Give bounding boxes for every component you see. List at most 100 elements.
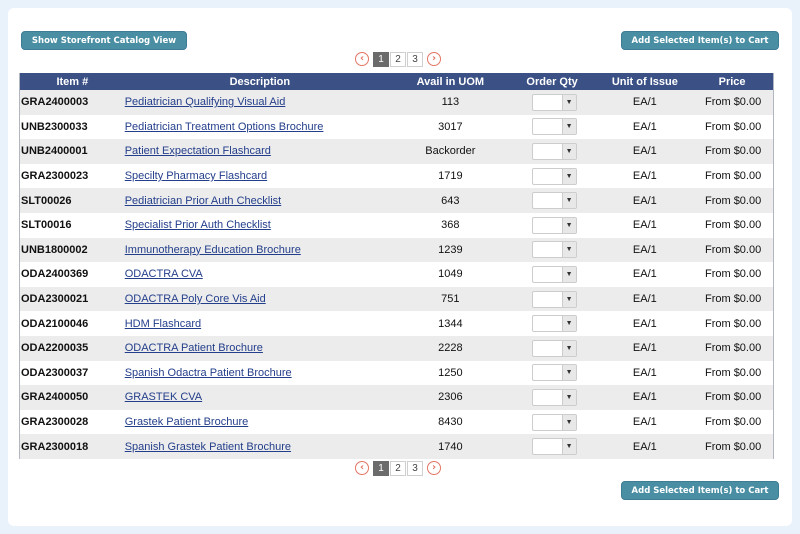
- order-qty-cell: ▼: [506, 388, 599, 406]
- item-description: GRASTEK CVA: [125, 391, 395, 403]
- dropdown-arrow-icon: ▼: [561, 439, 576, 455]
- price: From $0.00: [704, 194, 762, 207]
- order-qty-cell: ▼: [506, 167, 599, 185]
- item-number: GRA2300023: [21, 170, 89, 183]
- order-qty-cell: ▼: [506, 192, 599, 210]
- dropdown-arrow-icon: ▼: [561, 193, 576, 209]
- page-1-link[interactable]: 1: [373, 51, 389, 67]
- unit-of-issue: EA/1: [632, 145, 657, 158]
- order-qty-select[interactable]: ▼: [531, 167, 577, 185]
- item-description: ODACTRA Patient Brochure: [125, 342, 395, 354]
- item-description: Specialist Prior Auth Checklist: [125, 219, 395, 231]
- avail-in-uom: 1239: [438, 243, 463, 256]
- table-row: ODA2200035 ODACTRA Patient Brochure 2228 ▼ E…: [20, 335, 773, 361]
- avail-in-uom: 3017: [438, 120, 463, 133]
- dropdown-arrow-icon: ▼: [561, 266, 576, 282]
- item-number: GRA2300018: [21, 440, 89, 453]
- order-qty-cell: ▼: [506, 265, 599, 283]
- chevron-right-icon[interactable]: ›: [427, 52, 441, 66]
- avail-in-uom: 113: [441, 96, 460, 109]
- chevron-left-icon[interactable]: ‹: [355, 52, 369, 66]
- order-qty-select[interactable]: ▼: [531, 339, 577, 357]
- unit-of-issue: EA/1: [632, 391, 657, 404]
- price: From $0.00: [704, 342, 762, 355]
- dropdown-arrow-icon: ▼: [561, 365, 576, 381]
- dropdown-arrow-icon: ▼: [561, 316, 576, 332]
- add-to-cart-button-top[interactable]: Add Selected Item(s) to Cart: [621, 31, 779, 50]
- item-description-link[interactable]: Pediatrician Treatment Options Brochure: [125, 121, 324, 133]
- dropdown-arrow-icon: ▼: [561, 168, 576, 184]
- order-qty-select[interactable]: ▼: [531, 364, 577, 382]
- page-3-link[interactable]: 3: [407, 51, 423, 67]
- item-description: Pediatrician Qualifying Visual Aid: [125, 96, 395, 108]
- avail-in-uom: 1740: [438, 440, 463, 453]
- dropdown-arrow-icon: ▼: [561, 217, 576, 233]
- page-1-link[interactable]: 1: [373, 460, 389, 476]
- unit-of-issue: EA/1: [632, 366, 657, 379]
- item-description-link[interactable]: Pediatrician Qualifying Visual Aid: [125, 96, 286, 108]
- order-qty-select[interactable]: ▼: [531, 118, 577, 136]
- dropdown-arrow-icon: ▼: [561, 94, 576, 110]
- item-description-link[interactable]: ODACTRA CVA: [125, 268, 203, 280]
- show-storefront-button[interactable]: Show Storefront Catalog View: [21, 31, 187, 50]
- order-qty-cell: ▼: [506, 216, 599, 234]
- order-qty-select[interactable]: ▼: [531, 290, 577, 308]
- table-row: GRA2400003 Pediatrician Qualifying Visual…: [20, 90, 773, 115]
- order-qty-select[interactable]: ▼: [531, 241, 577, 259]
- order-qty-select[interactable]: ▼: [531, 265, 577, 283]
- avail-in-uom: 368: [441, 219, 460, 232]
- item-description: Pediatrician Prior Auth Checklist: [125, 195, 395, 207]
- unit-of-issue: EA/1: [632, 342, 657, 355]
- order-qty-select[interactable]: ▼: [531, 216, 577, 234]
- order-qty-select[interactable]: ▼: [531, 142, 577, 160]
- table-header: Item # Description Avail in UOM Order Qt…: [20, 73, 773, 90]
- avail-in-uom: Backorder: [425, 145, 476, 158]
- order-qty-select[interactable]: ▼: [531, 315, 577, 333]
- chevron-left-icon[interactable]: ‹: [355, 461, 369, 475]
- table-row: ODA2400369 ODACTRA CVA 1049 ▼ EA/1 From $0.00: [20, 262, 773, 287]
- item-description-link[interactable]: ODACTRA Patient Brochure: [125, 342, 263, 354]
- item-description-link[interactable]: Specilty Pharmacy Flashcard: [125, 170, 267, 182]
- item-description: Pediatrician Treatment Options Brochure: [125, 121, 395, 133]
- order-qty-select[interactable]: ▼: [531, 413, 577, 431]
- dropdown-arrow-icon: ▼: [561, 291, 576, 307]
- item-description-link[interactable]: Grastek Patient Brochure: [125, 416, 249, 428]
- order-qty-select[interactable]: ▼: [531, 93, 577, 111]
- item-description-link[interactable]: ODACTRA Poly Core Vis Aid: [125, 293, 266, 305]
- item-description-link[interactable]: Specialist Prior Auth Checklist: [125, 219, 271, 231]
- unit-of-issue: EA/1: [632, 170, 657, 183]
- item-number: GRA2400003: [21, 96, 89, 109]
- item-number: SLT00016: [21, 219, 72, 232]
- item-description-link[interactable]: Spanish Odactra Patient Brochure: [125, 367, 292, 379]
- item-description-link[interactable]: Patient Expectation Flashcard: [125, 145, 271, 157]
- item-number: UNB2400001: [21, 145, 88, 158]
- price: From $0.00: [704, 317, 762, 330]
- price: From $0.00: [704, 170, 762, 183]
- item-description-link[interactable]: Spanish Grastek Patient Brochure: [125, 441, 291, 453]
- item-description: Spanish Grastek Patient Brochure: [125, 441, 395, 453]
- item-description-link[interactable]: Immunotherapy Education Brochure: [125, 244, 301, 256]
- order-qty-select[interactable]: ▼: [531, 388, 577, 406]
- header-description: Description: [229, 75, 291, 88]
- page-3-link[interactable]: 3: [407, 460, 423, 476]
- price: From $0.00: [704, 366, 762, 379]
- item-description-link[interactable]: GRASTEK CVA: [125, 391, 202, 403]
- order-qty-select[interactable]: ▼: [531, 192, 577, 210]
- item-description-link[interactable]: Pediatrician Prior Auth Checklist: [125, 195, 282, 207]
- price: From $0.00: [704, 120, 762, 133]
- order-qty-select[interactable]: ▼: [531, 438, 577, 456]
- order-qty-cell: ▼: [506, 93, 599, 111]
- page-2-link[interactable]: 2: [390, 51, 406, 67]
- item-description-link[interactable]: HDM Flashcard: [125, 318, 201, 330]
- item-number: SLT00026: [21, 194, 72, 207]
- price: From $0.00: [704, 96, 762, 109]
- add-to-cart-button-bottom[interactable]: Add Selected Item(s) to Cart: [621, 481, 779, 500]
- item-number: ODA2300037: [21, 366, 89, 379]
- item-number: GRA2300028: [21, 416, 89, 429]
- item-description: ODACTRA Poly Core Vis Aid: [125, 293, 395, 305]
- item-number: GRA2400050: [21, 391, 89, 404]
- avail-in-uom: 2228: [438, 342, 463, 355]
- page-2-link[interactable]: 2: [390, 460, 406, 476]
- chevron-right-icon[interactable]: ›: [427, 461, 441, 475]
- table-row: UNB2300033 Pediatrician Treatment Options…: [20, 114, 773, 140]
